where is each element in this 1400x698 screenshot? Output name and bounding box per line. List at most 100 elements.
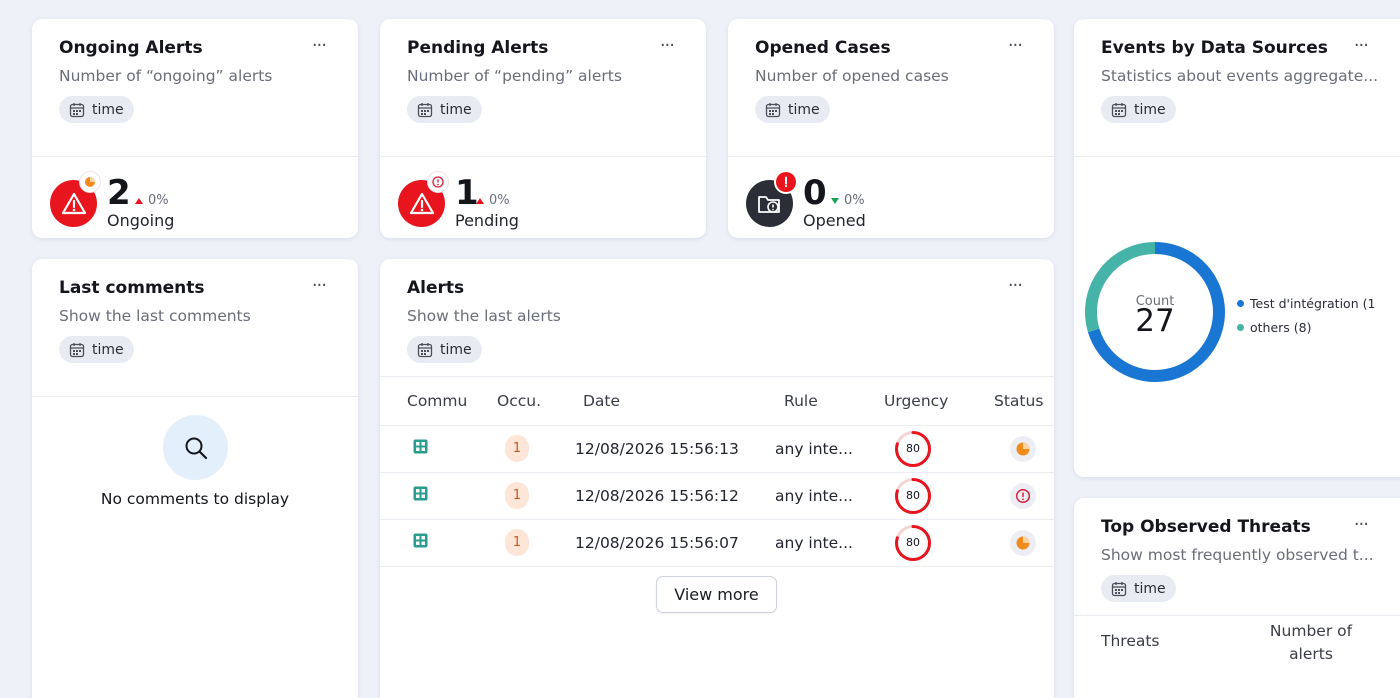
- time-chip-label: time: [92, 101, 124, 118]
- time-filter-chip[interactable]: time: [755, 96, 830, 123]
- alert-rule[interactable]: any inte...: [761, 472, 856, 520]
- ongoing-status-icon: [80, 172, 100, 192]
- cases-label: Opened: [803, 211, 866, 230]
- time-filter-chip[interactable]: time: [1101, 96, 1176, 123]
- column-header-status[interactable]: Status: [966, 377, 1054, 426]
- more-options-button[interactable]: ···: [1354, 37, 1369, 55]
- table-header-row: Commu Occu. Date Rule Urgency Status: [380, 377, 1054, 426]
- alerts-table: Commu Occu. Date Rule Urgency Status 1 12…: [380, 377, 1054, 567]
- status-pending-icon[interactable]: [1010, 482, 1036, 509]
- time-chip-label: time: [440, 341, 472, 358]
- time-chip-label: time: [1134, 580, 1166, 597]
- search-empty-icon: [163, 415, 228, 480]
- column-header-community[interactable]: Commu: [380, 377, 485, 426]
- calendar-icon: [1111, 102, 1127, 117]
- time-filter-chip[interactable]: time: [407, 96, 482, 123]
- comments-header: Last comments Show the last comments ···…: [32, 259, 358, 397]
- card-title: Ongoing Alerts: [59, 38, 203, 58]
- card-title: Last comments: [59, 278, 205, 298]
- column-header-rule[interactable]: Rule: [761, 377, 856, 426]
- legend-label: Test d'intégration (1: [1250, 295, 1376, 311]
- urgency-gauge: 80: [894, 477, 932, 515]
- card-title: Top Observed Threats: [1101, 517, 1311, 537]
- cases-count: 0: [803, 173, 827, 213]
- pending-status-icon: [428, 172, 448, 192]
- card-subtitle: Number of “pending” alerts: [407, 67, 622, 85]
- occurrence-badge: 1: [505, 482, 529, 509]
- exclamation-badge-icon: [776, 172, 796, 192]
- time-filter-chip[interactable]: time: [59, 96, 134, 123]
- column-header-urgency[interactable]: Urgency: [856, 377, 966, 426]
- urgency-value: 80: [906, 535, 920, 549]
- view-more-button[interactable]: View more: [656, 576, 777, 613]
- trend-value: 0%: [489, 193, 510, 208]
- trend-value: 0%: [148, 193, 169, 208]
- cases-stat: 0 0% Opened: [728, 157, 1054, 238]
- trend-down-icon: [831, 197, 839, 204]
- pending-stat: 1 0% Pending: [380, 157, 706, 238]
- legend-label: others (8): [1250, 319, 1312, 335]
- no-comments-text: No comments to display: [100, 490, 290, 508]
- threats-column-threats[interactable]: Threats: [1101, 632, 1160, 650]
- time-filter-chip[interactable]: time: [407, 336, 482, 363]
- card-subtitle: Number of opened cases: [755, 67, 949, 85]
- more-options-button[interactable]: ···: [312, 37, 327, 55]
- time-filter-chip[interactable]: time: [59, 336, 134, 363]
- card-subtitle: Show most frequently observed t...: [1101, 546, 1374, 564]
- ongoing-alerts-card: Ongoing Alerts Number of “ongoing” alert…: [32, 19, 358, 238]
- trend-up-icon: [476, 197, 484, 204]
- more-options-button[interactable]: ···: [1008, 277, 1023, 295]
- legend-item[interactable]: others (8): [1237, 315, 1377, 339]
- column-header-occurrence[interactable]: Occu.: [485, 377, 561, 426]
- legend-dot: [1237, 323, 1244, 331]
- threats-column-count[interactable]: Number of alerts: [1259, 620, 1363, 666]
- more-options-button[interactable]: ···: [660, 37, 675, 55]
- opened-cases-header: Opened Cases Number of opened cases ··· …: [728, 19, 1054, 157]
- alert-date: 12/08/2026 15:56:12: [561, 472, 761, 520]
- opened-cases-card: Opened Cases Number of opened cases ··· …: [728, 19, 1054, 238]
- occurrence-badge: 1: [505, 529, 529, 556]
- legend-item[interactable]: Test d'intégration (1: [1237, 291, 1377, 315]
- table-row[interactable]: 1 12/08/2026 15:56:07 any inte... 80: [380, 519, 1054, 567]
- card-title: Pending Alerts: [407, 38, 549, 58]
- pending-alerts-card: Pending Alerts Number of “pending” alert…: [380, 19, 706, 238]
- ongoing-trend: 0%: [135, 193, 169, 208]
- calendar-icon: [765, 102, 781, 117]
- more-options-button[interactable]: ···: [312, 277, 327, 295]
- calendar-icon: [417, 342, 433, 357]
- calendar-icon: [69, 342, 85, 357]
- status-ongoing-icon[interactable]: [1010, 435, 1036, 462]
- status-ongoing-icon[interactable]: [1010, 529, 1036, 556]
- ongoing-count: 2: [107, 173, 131, 213]
- table-row[interactable]: 1 12/08/2026 15:56:12 any inte... 80: [380, 472, 1054, 520]
- threats-header: Top Observed Threats Show most frequentl…: [1074, 498, 1400, 616]
- events-donut-chart: Count 27: [1085, 242, 1225, 382]
- calendar-icon: [1111, 581, 1127, 596]
- donut-legend: Test d'intégration (1 others (8): [1237, 291, 1377, 339]
- time-chip-label: time: [1134, 101, 1166, 118]
- table-row[interactable]: 1 12/08/2026 15:56:13 any inte... 80: [380, 425, 1054, 473]
- alert-date: 12/08/2026 15:56:13: [561, 425, 761, 473]
- alert-rule[interactable]: any inte...: [761, 425, 856, 473]
- top-observed-threats-card: Top Observed Threats Show most frequentl…: [1074, 498, 1400, 698]
- card-subtitle: Statistics about events aggregate...: [1101, 67, 1379, 85]
- time-filter-chip[interactable]: time: [1101, 575, 1176, 602]
- card-subtitle: Number of “ongoing” alerts: [59, 67, 273, 85]
- urgency-value: 80: [906, 441, 920, 455]
- column-header-date[interactable]: Date: [561, 377, 761, 426]
- more-options-button[interactable]: ···: [1354, 516, 1369, 534]
- alert-date: 12/08/2026 15:56:07: [561, 519, 761, 567]
- calendar-icon: [69, 102, 85, 117]
- time-chip-label: time: [788, 101, 820, 118]
- donut-center-value: 27: [1135, 303, 1174, 339]
- urgency-gauge: 80: [894, 524, 932, 562]
- alert-rule[interactable]: any inte...: [761, 519, 856, 567]
- more-options-button[interactable]: ···: [1008, 37, 1023, 55]
- time-chip-label: time: [440, 101, 472, 118]
- card-title: Alerts: [407, 278, 465, 298]
- community-icon: [413, 486, 428, 501]
- trend-up-icon: [135, 197, 143, 204]
- pending-label: Pending: [455, 211, 519, 230]
- occurrence-badge: 1: [505, 435, 529, 462]
- trend-value: 0%: [844, 193, 865, 208]
